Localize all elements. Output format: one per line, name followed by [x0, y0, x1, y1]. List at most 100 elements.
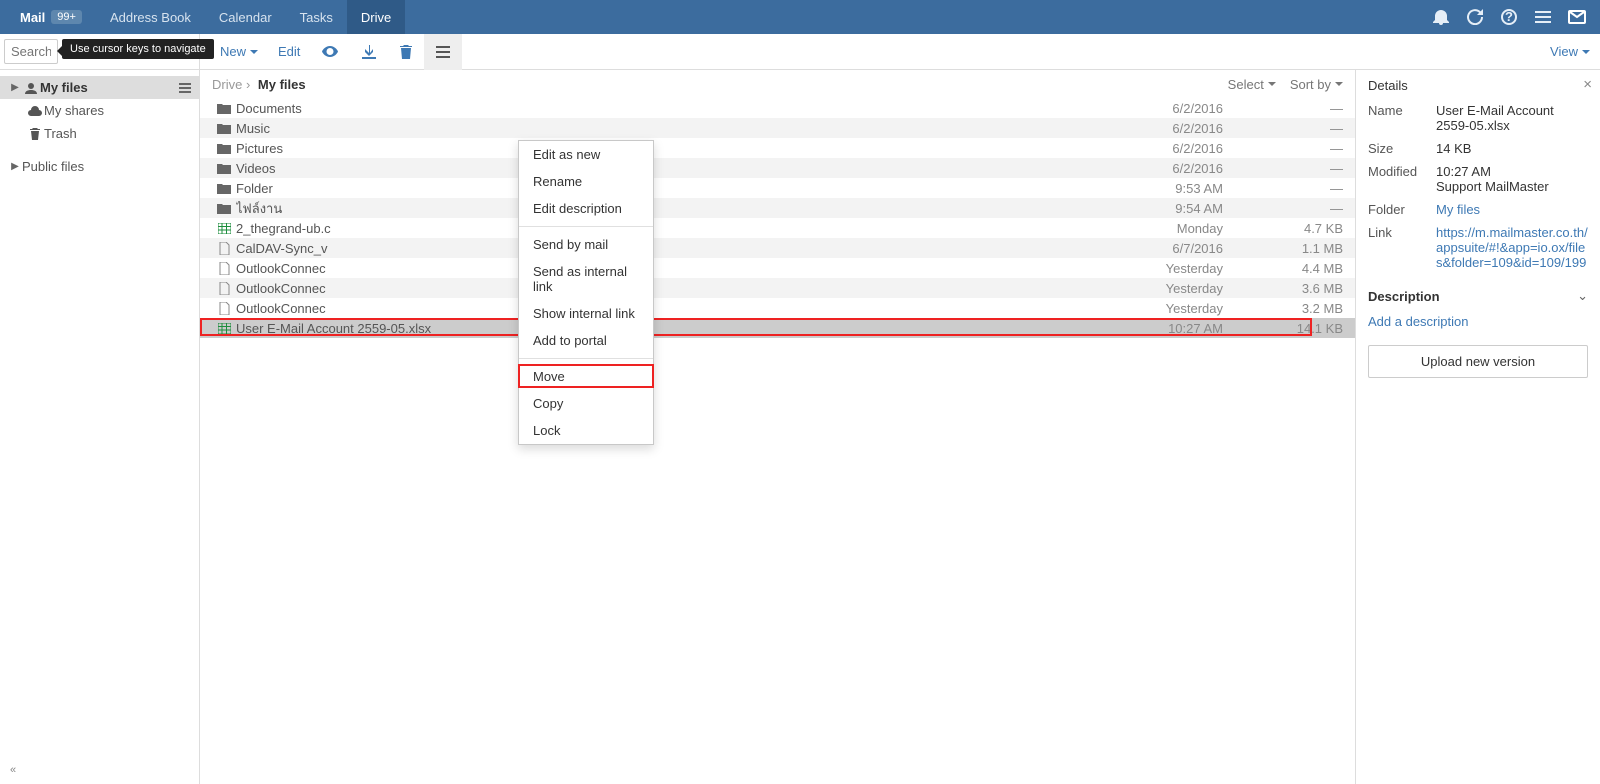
sidebar-trash-label: Trash	[44, 126, 77, 141]
breadcrumb-root[interactable]: Drive	[212, 77, 242, 92]
file-size: —	[1223, 201, 1343, 216]
details-size-label: Size	[1368, 141, 1436, 156]
file-row[interactable]: CalDAV-Sync_v6/7/20161.1 MB	[200, 238, 1355, 258]
xls-icon	[212, 323, 236, 334]
file-row[interactable]: ไฟล์งาน9:54 AM—	[200, 198, 1355, 218]
file-date: 9:53 AM	[1083, 181, 1223, 196]
file-name: Folder	[236, 181, 1083, 196]
file-row[interactable]: Pictures6/2/2016—	[200, 138, 1355, 158]
file-row[interactable]: OutlookConnecYesterday4.4 MB	[200, 258, 1355, 278]
file-icon	[212, 282, 236, 295]
details-name-label: Name	[1368, 103, 1436, 133]
svg-text:?: ?	[1505, 9, 1513, 24]
file-row[interactable]: OutlookConnecYesterday3.6 MB	[200, 278, 1355, 298]
sidebar-collapse-icon[interactable]: «	[10, 764, 16, 776]
sidebar-public-label: Public files	[22, 159, 84, 174]
details-description-section[interactable]: Description⌄	[1368, 288, 1588, 304]
menu-send-by-mail[interactable]: Send by mail	[519, 231, 653, 258]
breadcrumb: Drive › My files Select Sort by	[200, 70, 1355, 98]
logo-icon[interactable]	[1560, 0, 1594, 34]
file-name: OutlookConnec	[236, 301, 1083, 316]
menu-copy[interactable]: Copy	[519, 390, 653, 417]
menu-show-internal-link[interactable]: Show internal link	[519, 300, 653, 327]
menu-rename[interactable]: Rename	[519, 168, 653, 195]
folder-icon	[212, 203, 236, 214]
sidebar-item-trash[interactable]: Trash	[0, 122, 199, 145]
sidebar-item-my-files[interactable]: ▶ My files	[0, 76, 199, 99]
tree-toggle-icon[interactable]: ▶	[8, 161, 22, 172]
menu-edit-description[interactable]: Edit description	[519, 195, 653, 222]
sidebar-options-icon[interactable]	[179, 83, 191, 93]
file-date: Yesterday	[1083, 301, 1223, 316]
body: ▶ My files My shares Trash ▶ Public file…	[0, 70, 1600, 784]
details-panel: Details × NameUser E-Mail Account 2559-0…	[1356, 70, 1600, 784]
file-row[interactable]: Documents6/2/2016—	[200, 98, 1355, 118]
upload-new-version-button[interactable]: Upload new version	[1368, 345, 1588, 378]
menu-separator	[519, 226, 653, 227]
notifications-icon[interactable]	[1424, 0, 1458, 34]
search-input[interactable]	[4, 39, 58, 64]
sidebar: ▶ My files My shares Trash ▶ Public file…	[0, 70, 200, 784]
menu-move[interactable]: Move	[519, 363, 653, 390]
file-name: Videos	[236, 161, 1083, 176]
refresh-icon[interactable]	[1458, 0, 1492, 34]
nav-drive[interactable]: Drive	[347, 0, 405, 34]
file-row[interactable]: Music6/2/2016—	[200, 118, 1355, 138]
select-label: Select	[1228, 77, 1264, 92]
new-button[interactable]: New	[210, 34, 268, 70]
file-size: 4.4 MB	[1223, 261, 1343, 276]
menu-icon[interactable]	[1526, 0, 1560, 34]
tree-toggle-icon[interactable]: ▶	[8, 82, 22, 93]
file-size: —	[1223, 101, 1343, 116]
menu-edit-as-new[interactable]: Edit as new	[519, 141, 653, 168]
menu-add-to-portal[interactable]: Add to portal	[519, 327, 653, 354]
file-name: Pictures	[236, 141, 1083, 156]
details-folder-value[interactable]: My files	[1436, 202, 1588, 217]
more-button[interactable]	[424, 34, 462, 70]
chevron-down-icon: ⌄	[1577, 288, 1588, 304]
help-icon[interactable]: ?	[1492, 0, 1526, 34]
file-size: —	[1223, 161, 1343, 176]
details-add-description[interactable]: Add a description	[1368, 314, 1588, 329]
file-name: Music	[236, 121, 1083, 136]
details-link-label: Link	[1368, 225, 1436, 270]
file-row[interactable]: User E-Mail Account 2559-05.xlsx10:27 AM…	[200, 318, 1355, 338]
sort-dropdown[interactable]: Sort by	[1290, 77, 1343, 92]
file-row[interactable]: 2_thegrand-ub.cMonday4.7 KB	[200, 218, 1355, 238]
file-row[interactable]: OutlookConnecYesterday3.2 MB	[200, 298, 1355, 318]
file-date: 10:27 AM	[1083, 321, 1223, 336]
details-link-value[interactable]: https://m.mailmaster.co.th/appsuite/#!&a…	[1436, 225, 1588, 270]
folder-icon	[212, 183, 236, 194]
file-row[interactable]: Folder9:53 AM—	[200, 178, 1355, 198]
file-date: 6/7/2016	[1083, 241, 1223, 256]
file-row[interactable]: Videos6/2/2016—	[200, 158, 1355, 178]
nav-tasks[interactable]: Tasks	[286, 0, 347, 34]
edit-button[interactable]: Edit	[268, 34, 310, 70]
file-name: 2_thegrand-ub.c	[236, 221, 1083, 236]
context-menu: Edit as new Rename Edit description Send…	[518, 140, 654, 445]
file-icon	[212, 302, 236, 315]
sidebar-my-shares-label: My shares	[44, 103, 104, 118]
view-dropdown[interactable]: View	[1550, 44, 1590, 59]
details-close-icon[interactable]: ×	[1583, 76, 1592, 93]
nav-calendar[interactable]: Calendar	[205, 0, 286, 34]
file-icon	[212, 242, 236, 255]
delete-icon[interactable]	[388, 34, 424, 70]
select-dropdown[interactable]: Select	[1228, 77, 1276, 92]
nav-address-book[interactable]: Address Book	[96, 0, 205, 34]
view-icon[interactable]	[310, 34, 350, 70]
menu-send-internal-link[interactable]: Send as internal link	[519, 258, 653, 300]
file-size: 14.1 KB	[1223, 321, 1343, 336]
sidebar-item-public-files[interactable]: ▶ Public files	[0, 155, 199, 178]
new-label: New	[220, 44, 246, 59]
file-date: 6/2/2016	[1083, 161, 1223, 176]
mail-badge: 99+	[51, 10, 82, 24]
file-date: 6/2/2016	[1083, 141, 1223, 156]
menu-lock[interactable]: Lock	[519, 417, 653, 444]
file-size: 3.6 MB	[1223, 281, 1343, 296]
sidebar-item-my-shares[interactable]: My shares	[0, 99, 199, 122]
nav-mail[interactable]: Mail 99+	[6, 0, 96, 34]
nav-mail-label: Mail	[20, 10, 45, 25]
download-icon[interactable]	[350, 34, 388, 70]
file-date: Yesterday	[1083, 281, 1223, 296]
